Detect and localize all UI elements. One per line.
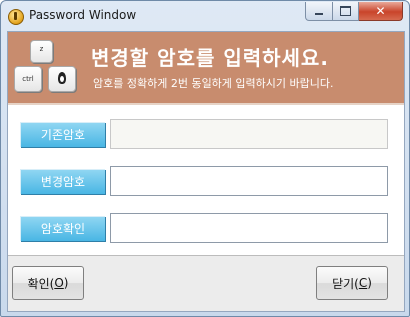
ok-button[interactable]: 확인(O) (12, 266, 84, 300)
banner-divider (8, 103, 404, 105)
confirm-password-row: 암호확인 (20, 213, 392, 243)
penguin-icon (58, 72, 66, 84)
confirm-password-field[interactable] (110, 213, 388, 243)
new-password-field[interactable] (110, 166, 388, 196)
key-z-icon: z (30, 40, 53, 63)
ok-button-suffix: ) (63, 276, 69, 290)
new-password-row: 변경암호 (20, 166, 392, 196)
close-button[interactable]: 닫기(C) (316, 266, 388, 300)
new-password-label: 변경암호 (20, 169, 105, 194)
maximize-button[interactable] (333, 2, 359, 21)
close-icon: ✕ (375, 4, 386, 18)
window-title: Password Window (29, 8, 137, 22)
key-linux-icon (48, 66, 76, 92)
window-controls: ✕ (305, 2, 403, 21)
confirm-password-label: 암호확인 (20, 216, 105, 241)
current-password-row: 기존암호 (20, 119, 392, 149)
banner-subtitle: 암호를 정확하게 2번 동일하게 입력하시기 바랍니다. (93, 77, 334, 90)
key-ctrl-icon: ctrl (14, 66, 42, 92)
close-window-button[interactable]: ✕ (359, 2, 403, 21)
button-bar: 확인(O) 닫기(C) (8, 256, 404, 311)
title-bar[interactable]: Password Window ✕ (1, 1, 409, 31)
header-banner: z ctrl 변경할 암호를 입력하세요. 암호를 정확하게 2번 동일하게 입… (8, 32, 404, 103)
password-window: Password Window ✕ z ctrl 변경할 암호를 입력하세요. … (0, 0, 410, 317)
app-icon[interactable] (8, 9, 24, 25)
banner-title: 변경할 암호를 입력하세요. (91, 46, 329, 70)
ok-button-label: 확인( (27, 276, 55, 291)
close-button-suffix: ) (367, 276, 372, 290)
keyboard-keys-icon: z ctrl (14, 40, 80, 96)
minimize-icon (315, 13, 323, 15)
close-button-label: 닫기( (332, 276, 359, 291)
current-password-label: 기존암호 (20, 122, 105, 147)
dialog-body: z ctrl 변경할 암호를 입력하세요. 암호를 정확하게 2번 동일하게 입… (7, 31, 405, 312)
ok-accelerator: O (54, 276, 64, 290)
close-accelerator: C (358, 276, 368, 290)
maximize-icon (340, 6, 351, 16)
current-password-field[interactable] (110, 119, 388, 149)
minimize-button[interactable] (305, 2, 333, 21)
